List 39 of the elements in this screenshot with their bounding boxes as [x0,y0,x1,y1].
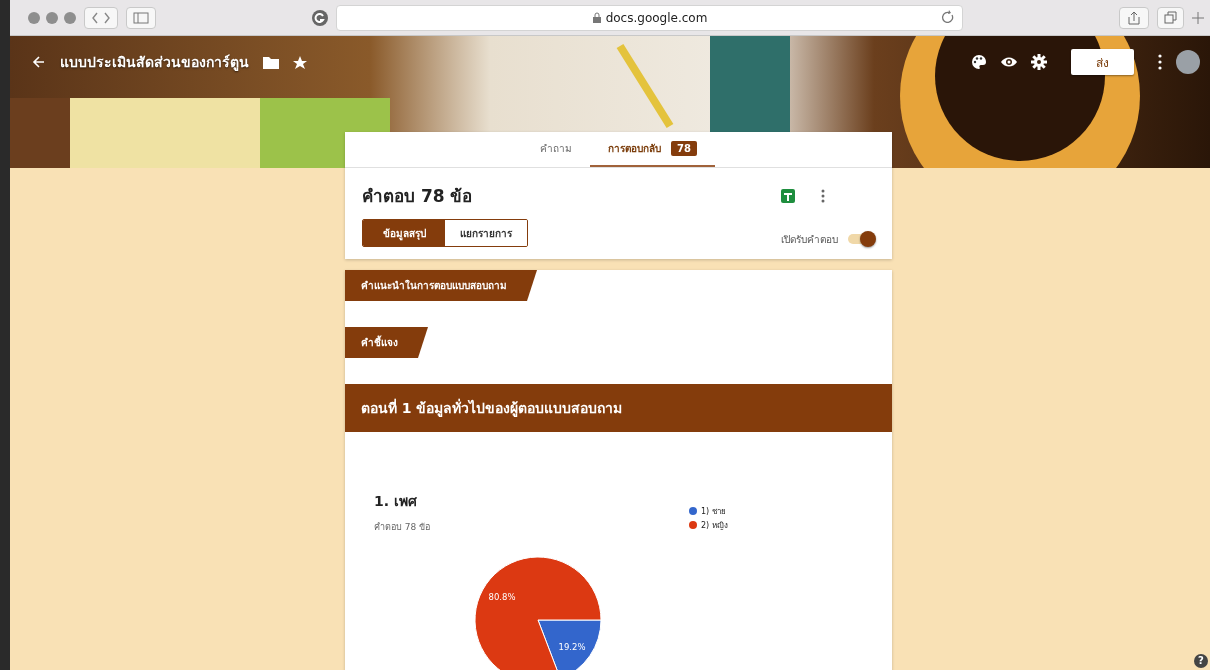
legend-label: 1) ชาย [701,507,726,516]
extension-icon[interactable] [312,9,328,26]
accepting-responses-label: เปิดรับคำตอบ [781,232,838,247]
back-forward-icon[interactable] [91,10,111,25]
legend-label: 2) หญิง [701,521,728,530]
more-icon[interactable] [1158,54,1162,70]
section-tag: คำชี้แจง [345,327,428,358]
responses-title: คำตอบ 78 ข้อ [362,185,474,208]
spreadsheet-icon[interactable] [781,188,795,203]
section-tag: คำแนะนำในการตอบแบบสอบถาม [345,270,537,301]
url-text: docs.google.com [605,10,708,25]
sidebar-icon[interactable] [133,11,149,24]
count-badge: 78 [671,141,697,156]
question-title: 1. เพศ [374,492,417,511]
tab[interactable]: คำถาม [522,132,591,167]
back-forward-button[interactable] [84,6,118,29]
settings-icon[interactable] [1031,54,1047,70]
slice-percent-label: 80.8% [488,592,516,602]
tab[interactable]: การตอบกลับ 78 [590,132,715,167]
palette-icon[interactable] [971,54,987,70]
response-count: คำตอบ 78 ข้อ [374,521,431,534]
form-title: แบบประเมินสัดส่วนของการ์ตูน [60,53,249,73]
eye-icon[interactable] [1001,56,1017,68]
folder-icon[interactable] [263,55,279,69]
back-arrow-icon[interactable] [32,55,46,69]
send-button[interactable]: ส่ง [1071,49,1134,75]
reload-icon[interactable] [941,9,954,23]
lock-icon[interactable] [591,12,602,23]
star-icon[interactable] [293,55,307,69]
accepting-switch[interactable] [848,231,876,247]
slice-percent-label: 19.2% [558,642,586,652]
address-bar[interactable]: docs.google.com [336,4,963,31]
section-banner: ตอนที่ 1 ข้อมูลทั่วไปของผู้ตอบแบบสอบถาม [345,384,892,432]
avatar[interactable] [1176,50,1200,74]
window-controls-icon[interactable] [28,11,76,24]
share-icon[interactable] [1126,10,1142,25]
tabs-icon[interactable] [1164,11,1177,24]
help-button[interactable]: ? [1194,654,1208,668]
view-toggle[interactable]: ข้อมูลสรุป [363,220,445,246]
